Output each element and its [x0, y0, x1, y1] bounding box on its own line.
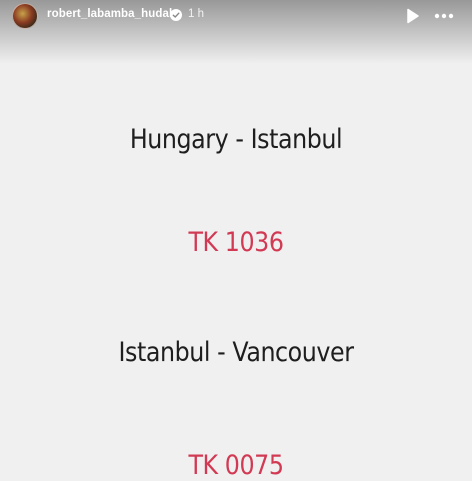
play-icon[interactable] — [402, 6, 422, 26]
route-line-1: Hungary - Istanbul — [129, 124, 343, 155]
verified-badge-icon — [170, 9, 182, 21]
route-line-2: Istanbul - Vancouver — [118, 337, 354, 368]
more-icon[interactable] — [432, 6, 456, 26]
username[interactable]: robert_labamba_hudak — [47, 8, 176, 20]
post-timestamp: 1 h — [188, 8, 204, 20]
flight-number-1: TK 1036 — [188, 227, 284, 258]
flight-number-2: TK 0075 — [188, 450, 284, 481]
avatar[interactable] — [12, 3, 38, 29]
story-header: robert_labamba_hudak 1 h — [0, 0, 472, 32]
